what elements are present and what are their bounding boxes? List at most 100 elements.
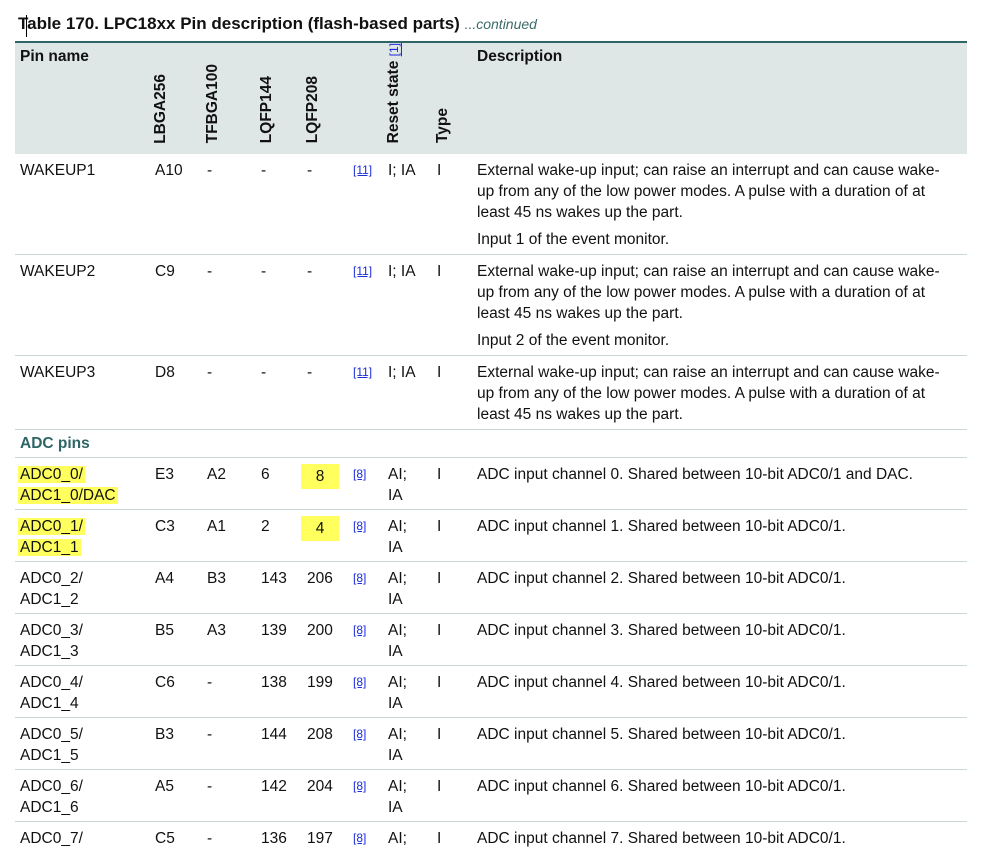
lbga256-cell: A10 [150,154,202,256]
highlighted-pin-name: ADC0_1/ [18,518,85,536]
table-row: ADC0_5/ADC1_5 B3 - 144 208 [8] AI; IA I A… [15,717,967,771]
pin-name: ADC0_6/ADC1_6 [15,769,150,823]
text-cursor [26,15,27,37]
header-description: Description [472,40,967,155]
reset-state-cell: AI; IA [383,665,432,719]
lqfp208-cell: 8 [301,457,348,511]
lbga256-cell: A4 [150,561,202,615]
description-cell: External wake-up input; can raise an int… [472,154,967,256]
description-cell: External wake-up input; can raise an int… [472,254,967,357]
pin-name: ADC0_7/ [20,830,83,848]
lbga256-cell: B5 [150,613,202,667]
pin-name: WAKEUP2 [15,254,150,357]
reset-state-ref-link[interactable]: [1] [387,43,401,56]
description-cell: ADC input channel 0. Shared between 10-b… [472,457,967,511]
ref-cell: [8] [348,561,383,615]
header-lqfp144: LQFP144 [256,40,302,155]
lqfp144-cell: 138 [256,665,302,719]
footnote-link[interactable]: [8] [353,519,366,533]
header-pin-name: Pin name [15,40,150,155]
type-cell: I [432,355,472,431]
ref-cell: [8] [348,509,383,563]
table-row: ADC0_7/ C5 - 136 197 [8] AI; I ADC input… [15,822,967,854]
type-cell: I [432,254,472,357]
footnote-link[interactable]: [11] [353,264,372,278]
table-header-row: Pin name LBGA256 TFBGA100 LQFP144 LQFP20… [15,40,967,155]
lqfp208-cell: 204 [302,769,348,823]
ref-cell: [11] [348,154,383,256]
table-row: ADC0_6/ADC1_6 A5 - 142 204 [8] AI; IA I A… [15,769,967,823]
highlighted-pin-name: ADC1_0/DAC [18,487,118,505]
type-cell: I [432,665,472,719]
reset-state-cell: AI; IA [383,457,432,511]
footnote-link[interactable]: [8] [353,467,366,481]
description-cell: ADC input channel 3. Shared between 10-b… [472,613,967,667]
tfbga100-cell: A3 [202,613,256,667]
highlighted-value: 8 [301,464,339,490]
description-cell: ADC input channel 6. Shared between 10-b… [472,769,967,823]
lqfp208-cell: 199 [302,665,348,719]
lqfp208-cell: - [302,254,348,357]
description-text: Input 2 of the event monitor. [477,332,670,350]
description-text: External wake-up input; can raise an int… [477,364,940,424]
description-text: Input 1 of the event monitor. [477,231,670,249]
type-cell: I [432,154,472,256]
lqfp144-cell: 6 [256,457,302,511]
pin-name: ADC0_3/ADC1_3 [15,613,150,667]
type-cell: I [437,830,442,848]
header-tfbga100: TFBGA100 [202,40,256,155]
lqfp208-cell: - [302,355,348,431]
ref-cell: [8] [348,769,383,823]
ref-cell: [11] [348,254,383,357]
reset-state-cell: AI; IA [383,769,432,823]
section-row: ADC pins [15,429,967,459]
lqfp144-cell: - [256,254,302,357]
reset-state-cell: AI; IA [383,509,432,563]
lqfp208-cell: - [302,154,348,256]
footnote-link[interactable]: [8] [353,571,366,585]
type-cell: I [432,613,472,667]
table-row: WAKEUP1 A10 - - - [11] I; IA I External … [15,154,967,256]
tfbga100-cell: - [202,154,256,256]
lbga256-cell: D8 [150,355,202,431]
reset-state-cell: AI; IA [383,613,432,667]
table-row: ADC0_3/ADC1_3 B5 A3 139 200 [8] AI; IA I … [15,613,967,667]
table-row: ADC0_4/ADC1_4 C6 - 138 199 [8] AI; IA I A… [15,665,967,719]
pin-name: ADC0_0/ADC1_0/DAC [15,457,150,511]
pin-description-table: Pin name LBGA256 TFBGA100 LQFP144 LQFP20… [15,40,967,854]
lqfp208-cell: 4 [301,509,348,563]
footnote-link[interactable]: [11] [353,163,372,177]
type-cell: I [432,561,472,615]
ref-cell: [8] [348,822,383,854]
lqfp144-cell: 136 [261,830,287,848]
header-lqfp208: LQFP208 [302,40,348,155]
table-row: ADC0_2/ADC1_2 A4 B3 143 206 [8] AI; IA I … [15,561,967,615]
lqfp144-cell: 139 [256,613,302,667]
description-cell: ADC input channel 4. Shared between 10-b… [472,665,967,719]
reset-state-cell: I; IA [383,355,432,431]
pin-name: ADC0_4/ADC1_4 [15,665,150,719]
footnote-link[interactable]: [8] [353,831,366,845]
header-type: Type [432,40,472,155]
lqfp208-cell: 208 [302,717,348,771]
footnote-link[interactable]: [8] [353,675,366,689]
lqfp208-cell: 197 [307,830,333,848]
footnote-link[interactable]: [8] [353,779,366,793]
lqfp144-cell: 142 [256,769,302,823]
footnote-link[interactable]: [8] [353,727,366,741]
type-cell: I [432,457,472,511]
ref-cell: [8] [348,717,383,771]
table-title: Table 170. LPC18xx Pin description (flas… [18,14,460,33]
description-text: External wake-up input; can raise an int… [477,263,940,323]
lbga256-cell: C5 [155,830,175,848]
lbga256-cell: B3 [150,717,202,771]
description-cell: ADC input channel 1. Shared between 10-b… [472,509,967,563]
lqfp208-cell: 206 [302,561,348,615]
footnote-link[interactable]: [8] [353,623,366,637]
ref-cell: [8] [348,457,383,511]
highlighted-pin-name: ADC1_1 [18,539,81,557]
highlighted-pin-name: ADC0_0/ [18,466,85,484]
footnote-link[interactable]: [11] [353,365,372,379]
tfbga100-cell: - [202,769,256,823]
pin-name: ADC0_2/ADC1_2 [15,561,150,615]
